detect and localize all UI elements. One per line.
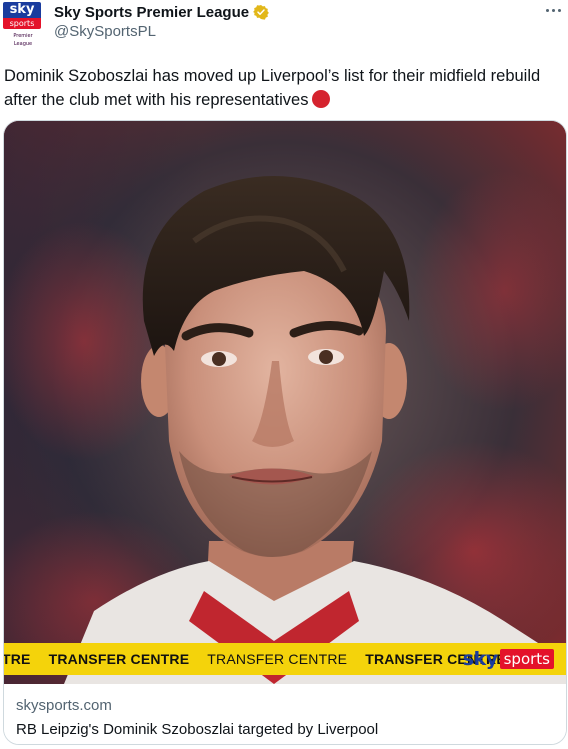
transfer-banner-text: TRANSFER CENTRE — [48, 651, 190, 667]
avatar-sky-text: sky — [3, 2, 41, 18]
author-display-name[interactable]: Sky Sports Premier League — [54, 4, 249, 21]
avatar-sports-text: sports — [3, 18, 41, 29]
sky-logo-text: sky — [462, 648, 498, 670]
avatar-premier-league-text: Premier League — [13, 33, 33, 47]
author-name-row: Sky Sports Premier League — [54, 2, 269, 22]
link-preview-card[interactable]: TRE TRANSFER CENTRE TRANSFER CENTRE TRAN… — [3, 120, 567, 745]
verified-badge-icon[interactable] — [253, 4, 269, 20]
more-dot — [551, 8, 555, 12]
transfer-banner-text: TRANSFER CENTRE — [207, 651, 348, 667]
transfer-centre-banner: TRE TRANSFER CENTRE TRANSFER CENTRE TRAN… — [4, 643, 566, 675]
author-handle[interactable]: @SkySportsPL — [54, 23, 156, 40]
more-dot — [545, 8, 549, 12]
more-dot — [557, 8, 561, 12]
transfer-banner-text: TRE — [4, 651, 31, 667]
tweet-text-body: Dominik Szoboszlai has moved up Liverpoo… — [4, 67, 541, 109]
tweet-header: sky sports Premier League Sky Sports Pre… — [0, 0, 568, 50]
card-domain: skysports.com — [16, 697, 112, 714]
card-title[interactable]: RB Leipzig's Dominik Szoboszlai targeted… — [16, 721, 378, 738]
sky-sports-logo: sky sports — [463, 648, 554, 670]
avatar[interactable]: sky sports Premier League — [2, 2, 44, 47]
tweet: sky sports Premier League Sky Sports Pre… — [0, 0, 568, 749]
card-image[interactable]: TRE TRANSFER CENTRE TRANSFER CENTRE TRAN… — [4, 121, 566, 684]
sports-logo-text: sports — [499, 649, 554, 669]
tweet-text: Dominik Szoboszlai has moved up Liverpoo… — [4, 64, 564, 112]
more-options-icon[interactable] — [544, 6, 562, 14]
red-circle-emoji-icon — [312, 90, 331, 108]
card-meta[interactable]: skysports.com RB Leipzig's Dominik Szobo… — [4, 684, 566, 744]
